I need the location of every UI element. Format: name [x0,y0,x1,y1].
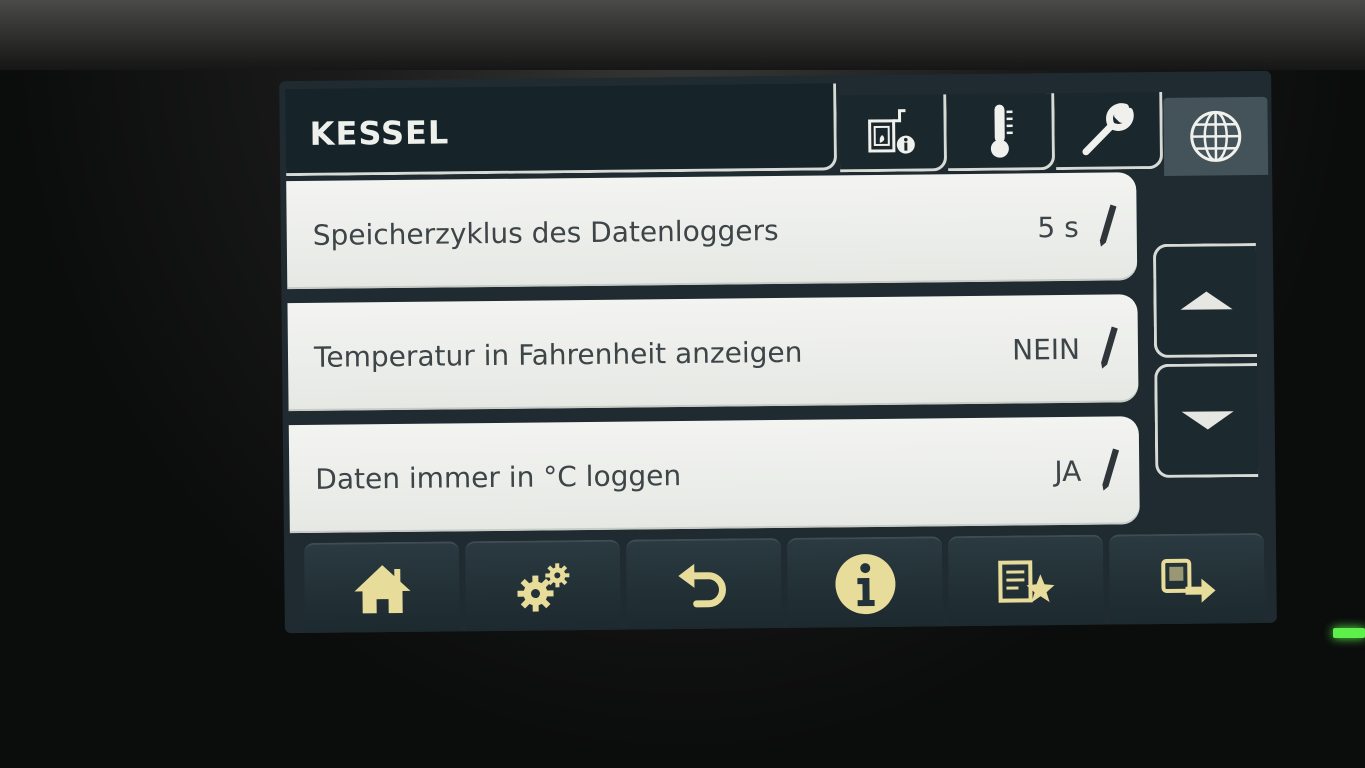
scroll-down-button[interactable] [1154,362,1259,479]
back-button[interactable] [625,537,782,632]
wrench-icon [1082,103,1134,156]
pencil-icon[interactable] [1099,446,1121,492]
list-item-log-celsius[interactable]: Daten immer in °C loggen JA [288,416,1140,534]
header-bar: KESSEL [285,83,838,177]
home-icon [353,565,410,614]
list-item-value: JA [1054,454,1082,489]
status-led [1333,628,1365,638]
list-item-datalogger-cycle[interactable]: Speicherzyklus des Datenloggers 5 s [286,172,1138,290]
footer-nav [303,532,1265,634]
pencil-icon[interactable] [1096,202,1118,248]
tab-language[interactable] [1163,96,1269,176]
page-title: KESSEL [309,113,450,153]
tab-boiler-info[interactable] [839,94,948,173]
list-item-label: Speicherzyklus des Datenloggers [312,213,779,252]
info-icon [834,554,895,615]
thermometer-icon [990,104,1013,158]
list-item-fahrenheit[interactable]: Temperatur in Fahrenheit anzeigen NEIN [287,294,1139,412]
settings-list: Speicherzyklus des Datenloggers 5 s Temp… [286,172,1150,541]
arrow-down-icon [1181,411,1234,430]
list-item-label: Temperatur in Fahrenheit anzeigen [313,335,803,374]
list-item-label: Daten immer in °C loggen [315,459,682,496]
boiler-info-icon [868,109,915,154]
info-button[interactable] [786,536,943,630]
favorites-button[interactable] [947,534,1104,629]
tab-service[interactable] [1055,91,1164,171]
globe-icon [1190,110,1242,162]
gears-icon [516,563,569,612]
pencil-icon[interactable] [1098,324,1120,370]
favorites-icon [997,560,1054,603]
home-button[interactable] [303,541,460,634]
touch-screen: KESSEL Speicherzyklus des Datenloggers 5… [279,70,1277,634]
device-bezel-top [0,0,1365,70]
back-icon [677,563,726,608]
transfer-icon [1160,558,1216,603]
scroll-up-button[interactable] [1152,242,1258,359]
arrow-up-icon [1180,291,1233,310]
tab-temperature[interactable] [947,93,1056,172]
settings-button[interactable] [464,539,621,634]
transfer-button[interactable] [1108,532,1265,627]
list-item-value: 5 s [1037,210,1079,245]
list-item-value: NEIN [1011,332,1081,367]
